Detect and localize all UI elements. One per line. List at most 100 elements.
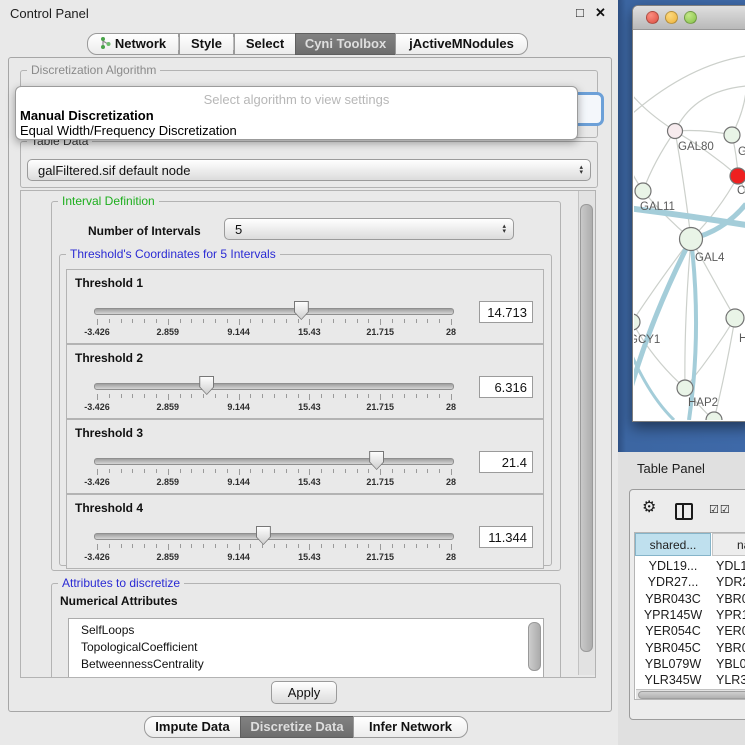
table-data-combo[interactable]: galFiltered.sif default node ▴ ▾ [27,159,591,181]
popup-hint: Select algorithm to view settings [16,92,577,107]
combo-spinner-icon[interactable]: ▴ ▾ [502,220,506,234]
slider-thumb[interactable] [294,301,309,320]
slider-tick [404,469,405,473]
slider-tick [368,469,369,473]
slider-tick [298,469,299,473]
bottom-tabbar: Impute Data Discretize Data Infer Networ… [144,716,474,738]
slider-tick [168,544,169,550]
zoom-traffic-icon[interactable] [684,11,697,24]
network-node-hap2 [677,380,693,396]
horizontal-scrollbar-thumb[interactable] [638,691,745,699]
table-cell[interactable]: YPR1 [716,607,745,624]
table-cell[interactable]: YLR345W [635,672,711,689]
slider-tick [368,319,369,323]
table-cell[interactable]: YBR0 [716,640,745,657]
table-row[interactable]: YDR27... YDR2 [635,574,745,591]
tab-style[interactable]: Style [179,33,234,55]
table-row[interactable]: YDL19... YDL1 [635,558,745,575]
tab-network[interactable]: Network [87,33,179,55]
slider-tick [250,319,251,323]
table-cell[interactable]: YBR045C [635,640,711,657]
slider-thumb[interactable] [199,376,214,395]
slider-tick [451,394,452,400]
table-cell[interactable]: YLR3 [716,672,745,689]
slider-thumb[interactable] [256,526,271,545]
slider-scale-label: 15.43 [298,477,321,487]
slider-tick [121,544,122,548]
list-item[interactable]: SelfLoops [81,623,134,637]
checkboxes-icon[interactable]: ☑☑ [709,503,731,516]
table-row[interactable]: YER054C YER0 [635,623,745,640]
table-cell[interactable]: YER054C [635,623,711,640]
table-cell[interactable]: YDR27... [635,574,711,591]
threshold-value-field[interactable]: 21.4 [479,451,533,473]
tab-select[interactable]: Select [234,33,296,55]
slider-scale-label: 21.715 [366,477,394,487]
slider-tick [239,469,240,475]
threshold-label: Threshold 4 [75,501,143,515]
list-scrollbar[interactable] [528,622,541,671]
table-row[interactable]: YBL079W YBL0 [635,656,745,673]
slider-tick [392,544,393,548]
slider-tick [203,469,204,473]
slider-tick [156,319,157,323]
table-cell[interactable]: YER0 [716,623,745,640]
close-traffic-icon[interactable] [646,11,659,24]
list-item[interactable]: BetweennessCentrality [81,657,204,671]
slider-thumb[interactable] [369,451,384,470]
threshold-value-field[interactable]: 14.713 [479,301,533,323]
table-cell[interactable]: YBL079W [635,656,711,673]
slider-track[interactable] [94,458,454,465]
slider-tick [439,319,440,323]
vertical-scrollbar-thumb[interactable] [580,204,593,652]
network-node-partial [706,412,722,420]
threshold-row: Threshold 2 6.316 -3.4262.8599.14415.432… [66,344,544,419]
split-columns-icon[interactable] [675,503,693,520]
network-window-titlebar[interactable] [633,6,745,30]
slider-tick [274,319,275,323]
slider-track[interactable] [94,383,454,390]
table-cell[interactable]: YPR145W [635,607,711,624]
popup-item-manual-discretization[interactable]: Manual Discretization [20,108,154,123]
popup-item-equal-width-frequency[interactable]: Equal Width/Frequency Discretization [20,123,237,138]
tab-cyni-toolbox[interactable]: Cyni Toolbox [295,33,396,55]
slider-track[interactable] [94,308,454,315]
tab-discretize-data[interactable]: Discretize Data [240,716,354,738]
slider-scale-label: 28 [446,477,456,487]
table-row[interactable]: YPR145W YPR1 [635,607,745,624]
table-cell[interactable]: YBR0 [716,591,745,608]
tab-impute-data[interactable]: Impute Data [144,716,241,738]
list-item[interactable]: TopologicalCoefficient [81,640,198,654]
table-row[interactable]: YBR045C YBR0 [635,640,745,657]
column-header-shared-name[interactable]: shared... [635,533,711,556]
combo-spinner-icon[interactable]: ▴ ▾ [579,161,583,175]
threshold-value-field[interactable]: 11.344 [479,526,533,548]
threshold-value-field[interactable]: 6.316 [479,376,533,398]
column-header-name[interactable]: name [712,533,745,556]
network-node-c [730,168,745,184]
table-cell[interactable]: YBR043C [635,591,711,608]
table-row[interactable]: YLR345W YLR3 [635,672,745,689]
slider-track[interactable] [94,533,454,540]
group-title: Interval Definition [58,194,159,208]
table-cell[interactable]: YDR2 [716,574,745,591]
tab-infer-network[interactable]: Infer Network [353,716,468,738]
table-cell[interactable]: YDL19... [635,558,711,575]
float-icon[interactable]: □ [576,5,584,20]
table-cell[interactable]: YBL0 [716,656,745,673]
network-canvas[interactable]: GAL80GACGAL11GAL4GCY1HHAP2 [634,31,745,420]
slider-tick [239,394,240,400]
table-row[interactable]: YBR043C YBR0 [635,591,745,608]
table-cell[interactable]: YDL1 [716,558,745,575]
slider-scale-label: 28 [446,402,456,412]
tab-jactivemnodules[interactable]: jActiveMNodules [395,33,528,55]
gear-icon[interactable]: ⚙ [642,500,656,516]
number-of-intervals-combo[interactable]: 5 ▴ ▾ [224,218,514,240]
close-icon[interactable]: ✕ [595,5,606,21]
slider-tick [309,394,310,400]
slider-tick [109,319,110,323]
numerical-attributes-list[interactable]: SelfLoops TopologicalCoefficient Between… [68,618,544,678]
apply-button[interactable]: Apply [271,681,337,704]
minimize-traffic-icon[interactable] [665,11,678,24]
slider-tick [357,544,358,548]
